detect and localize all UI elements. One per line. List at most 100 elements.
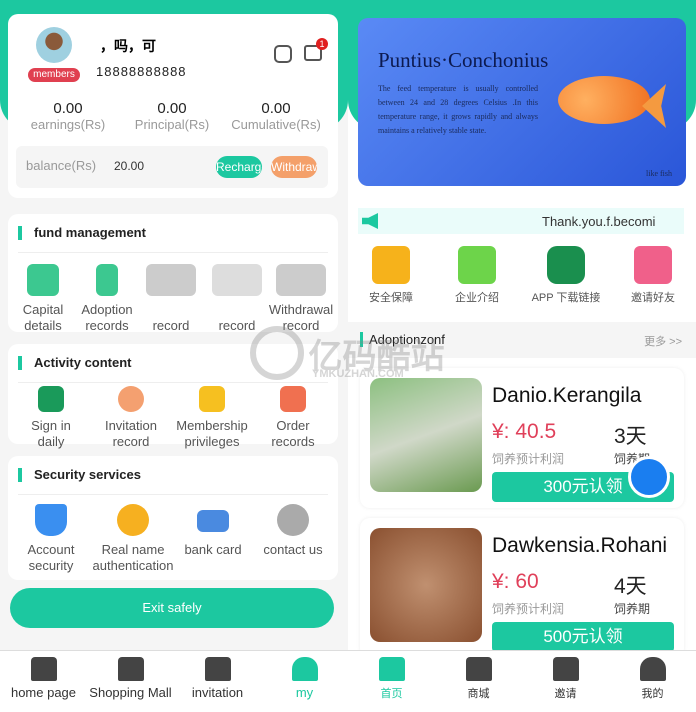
shortcut-security[interactable]: 安全保障 <box>356 246 426 306</box>
nav-home[interactable]: 首页 <box>348 651 435 712</box>
user-icon <box>639 657 666 681</box>
fund-management-section: fund management Capital details Adoption… <box>8 214 338 334</box>
nav-home[interactable]: home page <box>0 651 87 712</box>
section-title: Activity content <box>18 356 132 370</box>
divider <box>18 494 328 495</box>
stat-value: 0.00 <box>53 100 83 117</box>
fish-image <box>370 528 482 642</box>
clipboard-icon <box>96 264 118 296</box>
balance-value: 20.00 <box>114 159 145 173</box>
stat-earnings: 0.00 earnings(Rs) <box>8 100 128 132</box>
banner[interactable]: Puntius·Conchonius The feed temperature … <box>358 18 686 186</box>
stat-principal: 0.00 Principal(Rs) <box>112 100 232 132</box>
product-card: Dawkensia.Rohani ¥: 60 4天 饲养预计利润 饲养期 500… <box>360 518 684 658</box>
product-price: ¥: 60 <box>492 570 539 593</box>
nav-invitation[interactable]: invitation <box>174 651 261 712</box>
nav-invite[interactable]: 邀请 <box>522 651 609 712</box>
profit-label: 饲养预计利润 <box>492 602 565 616</box>
order-records[interactable]: Order records <box>258 386 328 450</box>
list-icon <box>547 246 585 284</box>
user-phone: 18888888888 <box>96 64 187 79</box>
profile-card: members ，吗，可 18888888888 1 0.00 earnings(… <box>8 14 338 198</box>
shortcut-company[interactable]: 企业介绍 <box>442 246 512 306</box>
vip-crown-icon <box>199 386 225 412</box>
withdraw-button[interactable]: Withdrawal <box>271 156 317 178</box>
more-link[interactable]: 更多 >> <box>644 333 682 349</box>
shortcut-invite[interactable]: 邀请好友 <box>618 246 688 306</box>
fish-image <box>370 378 482 492</box>
member-badge: members <box>28 68 80 82</box>
record-3[interactable]: record <box>136 264 206 334</box>
balance-bar: balance(Rs) 20.00 Recharge Withdrawal <box>16 146 328 188</box>
membership-privileges[interactable]: Membership privileges <box>168 386 256 450</box>
exit-button[interactable]: Exit safely <box>10 588 334 628</box>
shortcut-app-download[interactable]: APP 下载链接 <box>524 246 608 306</box>
settings-icon[interactable] <box>274 45 292 63</box>
shield-icon <box>35 504 67 536</box>
chart-icon <box>27 264 59 296</box>
user-check-icon <box>117 504 149 536</box>
bank-card[interactable]: bank card <box>178 504 248 558</box>
user-icon <box>291 657 318 681</box>
activity-section: Activity content Sign in daily Invitatio… <box>8 344 338 449</box>
info-icon <box>277 504 309 536</box>
divider <box>18 382 328 383</box>
product-days: 3天 <box>614 425 647 448</box>
product-name: Danio.Kerangila <box>492 384 642 407</box>
customer-service-icon[interactable] <box>628 456 670 498</box>
notice-bar[interactable]: Thank.you.f.becomi <box>358 208 684 234</box>
adopt-button[interactable]: 500元认领 <box>492 622 674 652</box>
bottom-nav: home page Shopping Mall invitation my <box>0 650 348 712</box>
bank-card-icon <box>197 510 229 532</box>
envelope-icon <box>552 657 579 681</box>
my-page: members ，吗，可 18888888888 1 0.00 earnings(… <box>0 0 348 712</box>
period-label: 饲养期 <box>614 602 651 616</box>
shield-icon <box>372 246 410 284</box>
account-security[interactable]: Account security <box>16 504 86 574</box>
invitation-record[interactable]: Invitation record <box>96 386 166 450</box>
goldfish-image <box>558 76 650 124</box>
user-name: ，吗，可 <box>100 38 156 54</box>
avatar[interactable] <box>36 27 72 63</box>
nav-shopping-mall[interactable]: Shopping Mall <box>87 651 174 712</box>
security-section: Security services Account security Real … <box>8 456 338 580</box>
withdrawal-record[interactable]: Withdrawal record <box>266 264 336 334</box>
section-header: Adoptionzonf 更多 >> <box>348 322 696 358</box>
notification-badge: 1 <box>316 38 328 50</box>
product-price: ¥: 40.5 <box>492 420 557 443</box>
stat-label: earnings(Rs) <box>30 117 106 132</box>
blurred-icon <box>146 264 196 296</box>
stat-cumulative: 0.00 Cumulative(Rs) <box>216 100 336 132</box>
list-icon <box>38 386 64 412</box>
product-name: Dawkensia.Rohani <box>492 534 668 557</box>
record-4[interactable]: record <box>202 264 272 334</box>
blurred-icon <box>212 264 262 296</box>
stat-label: Principal(Rs) <box>134 117 210 132</box>
recharge-button[interactable]: Recharge <box>216 156 262 178</box>
shop-icon <box>280 386 306 412</box>
envelope-icon <box>204 657 231 681</box>
section-title: fund management <box>18 226 146 240</box>
section-title: Adoptionzonf <box>360 332 445 347</box>
speaker-icon <box>362 213 378 229</box>
contact-us[interactable]: contact us <box>258 504 328 558</box>
divider <box>18 252 328 253</box>
capital-details[interactable]: Capital details <box>8 264 78 334</box>
home-icon <box>30 657 57 681</box>
balance-label: balance(Rs) <box>26 158 97 173</box>
nav-mine[interactable]: 我的 <box>609 651 696 712</box>
home-icon <box>378 657 405 681</box>
banner-tag: like fish <box>646 169 672 178</box>
notice-text: Thank.you.f.becomi <box>542 214 656 229</box>
banner-text: The feed temperature is usually controll… <box>378 84 538 135</box>
sign-in-daily[interactable]: Sign in daily <box>16 386 86 450</box>
nav-mall[interactable]: 商城 <box>435 651 522 712</box>
real-name-authentication[interactable]: Real name authentication <box>88 504 178 574</box>
stat-value: 0.00 <box>157 100 187 117</box>
shop-icon <box>465 657 492 681</box>
adoption-records[interactable]: Adoption records <box>72 264 142 334</box>
add-user-icon <box>118 386 144 412</box>
stat-value: 0.00 <box>261 100 291 117</box>
section-title: Security services <box>18 468 141 482</box>
nav-my[interactable]: my <box>261 651 348 712</box>
